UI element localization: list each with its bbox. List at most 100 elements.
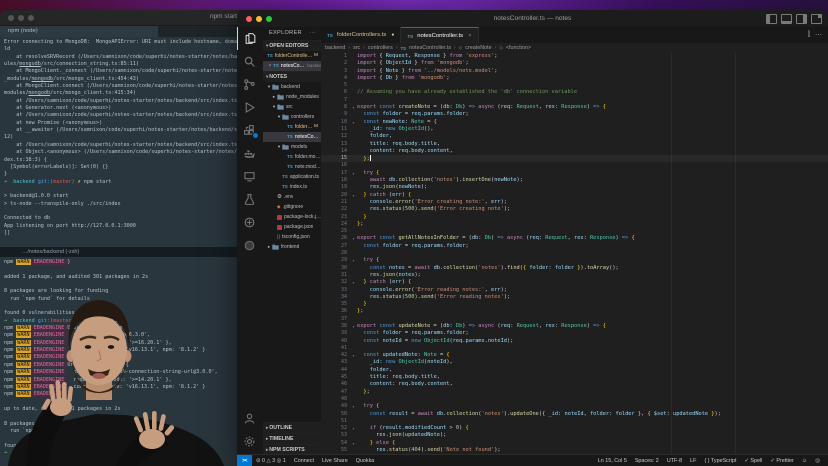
code-line-52[interactable]: 52▾ if (result.modifiedCount > 0) {	[321, 425, 828, 432]
tree-item-folder.model.ts[interactable]: TSfolder.model.ts	[263, 152, 321, 162]
breadcrumb-item[interactable]: createNote	[465, 45, 491, 51]
tab-folderControllers.ts[interactable]: TSfolderControllers.ts●	[321, 27, 401, 43]
vscode-zoom-button[interactable]	[266, 16, 272, 22]
code-line-34[interactable]: 34 res.status(500).send('Error reading n…	[321, 294, 828, 301]
status-quokka[interactable]: Quokka	[352, 458, 379, 464]
code-line-40[interactable]: 40 const noteId = new ObjectId(req.param…	[321, 338, 828, 345]
workspace-section[interactable]: ▾NOTES	[263, 71, 321, 82]
code-line-22[interactable]: 22 res.status(500).send('Error creating …	[321, 206, 828, 213]
tree-item-note.model.ts[interactable]: TSnote.model.ts	[263, 162, 321, 172]
code-line-5[interactable]: 5	[321, 82, 828, 89]
status-notifications[interactable]: ◎	[811, 458, 824, 464]
code-line-4[interactable]: 4import { Db } from 'mongodb';	[321, 75, 828, 82]
breadcrumb-item[interactable]: src	[353, 45, 360, 51]
code-line-39[interactable]: 39 const folder = req.params.folder;	[321, 330, 828, 337]
status-cursor-position[interactable]: Ln 15, Col 5	[594, 458, 631, 464]
code-line-21[interactable]: 21 console.error('Error creating note:',…	[321, 199, 828, 206]
extension-a-icon[interactable]	[237, 211, 262, 234]
code-line-12[interactable]: 12 folder,	[321, 133, 828, 140]
section-outline[interactable]: ▸OUTLINE	[263, 422, 321, 433]
search-icon[interactable]	[237, 50, 262, 73]
status-connect[interactable]: Connect	[290, 458, 318, 464]
code-line-24[interactable]: 24};	[321, 221, 828, 228]
status-feedback[interactable]: ☺	[798, 458, 812, 464]
code-line-3[interactable]: 3import { Note } from '../models/note.mo…	[321, 68, 828, 75]
code-line-11[interactable]: 11 _id: new ObjectId(),	[321, 126, 828, 133]
remote-indicator[interactable]: ><	[237, 455, 252, 466]
tree-item-node_modules[interactable]: ▸node_modules	[263, 92, 321, 102]
extensions-icon[interactable]	[237, 119, 262, 142]
code-line-6[interactable]: 6// Assuming you have already establishe…	[321, 89, 828, 96]
code-line-53[interactable]: 53 res.json(updatedNote);	[321, 432, 828, 439]
code-line-33[interactable]: 33 console.error('Error reading notes:',…	[321, 287, 828, 294]
run-debug-icon[interactable]	[237, 96, 262, 119]
tree-item-.gitignore[interactable]: ◆.gitignore	[263, 202, 321, 212]
code-line-32[interactable]: 32▾ } catch (err) {	[321, 279, 828, 286]
code-line-45[interactable]: 45 title: req.body.title,	[321, 374, 828, 381]
tree-item-application.ts[interactable]: TSapplication.ts	[263, 172, 321, 182]
terminal-tab[interactable]: npm (node)	[0, 26, 158, 37]
tree-item-package.json[interactable]: package.json	[263, 222, 321, 232]
tab-notesController.ts[interactable]: TSnotesController.ts×	[401, 27, 478, 44]
code-editor[interactable]: 1import { Request, Response } from 'expr…	[321, 53, 828, 455]
tree-item-models[interactable]: ▾models	[263, 142, 321, 152]
section-timeline[interactable]: ▸TIMELINE	[263, 433, 321, 444]
code-line-38[interactable]: 38▾export const updateNote = (db: Db) =>…	[321, 323, 828, 330]
code-line-49[interactable]: 49▾ try {	[321, 403, 828, 410]
code-line-54[interactable]: 54▾ } else {	[321, 440, 828, 447]
tree-item-tsconfig.json[interactable]: {}tsconfig.json	[263, 232, 321, 242]
breadcrumb-item[interactable]: <function>	[506, 45, 531, 51]
code-line-20[interactable]: 20▾ } catch (err) {	[321, 192, 828, 199]
breadcrumb-item[interactable]: notesController.ts	[409, 45, 451, 51]
code-line-27[interactable]: 27 const folder = req.params.folder;	[321, 243, 828, 250]
code-line-43[interactable]: 43 _id: new ObjectId(noteId),	[321, 359, 828, 366]
open-editors-section[interactable]: ▾OPEN EDITORS	[263, 40, 321, 51]
code-line-44[interactable]: 44 folder,	[321, 367, 828, 374]
more-actions-icon[interactable]: ⋯	[815, 31, 822, 39]
code-line-37[interactable]: 37	[321, 316, 828, 323]
toggle-panel-icon[interactable]	[781, 14, 792, 24]
tree-item-folderControllers.ts[interactable]: TSfolderControllers.tsM	[263, 122, 321, 132]
vscode-minimize-button[interactable]	[256, 16, 262, 22]
code-line-51[interactable]: 51	[321, 418, 828, 425]
toggle-primary-sidebar-icon[interactable]	[766, 14, 777, 24]
tree-item-frontend[interactable]: ▸frontend	[263, 242, 321, 252]
code-line-9[interactable]: 9 const folder = req.params.folder;	[321, 111, 828, 118]
code-line-1[interactable]: 1import { Request, Response } from 'expr…	[321, 53, 828, 60]
settings-icon[interactable]	[237, 430, 262, 453]
testing-icon[interactable]	[237, 188, 262, 211]
accounts-icon[interactable]	[237, 407, 262, 430]
breadcrumb[interactable]: backend›src›controllers›TSnotesControlle…	[321, 43, 828, 53]
tree-item-controllers[interactable]: ▾controllers	[263, 112, 321, 122]
open-editor-notesController.ts[interactable]: ×TSnotesController.tsbackend…	[263, 61, 321, 71]
code-line-16[interactable]: 16	[321, 162, 828, 169]
code-line-42[interactable]: 42▾ const updatedNote: Note = {	[321, 352, 828, 359]
close-icon[interactable]: ×	[468, 33, 471, 39]
remote-explorer-icon[interactable]	[237, 165, 262, 188]
explorer-icon[interactable]	[237, 27, 262, 50]
code-line-36[interactable]: 36};	[321, 308, 828, 315]
tree-item-index.ts[interactable]: TSindex.ts	[263, 182, 321, 192]
code-line-28[interactable]: 28	[321, 250, 828, 257]
extension-b-icon[interactable]	[237, 234, 262, 257]
code-line-19[interactable]: 19 res.json(newNote);	[321, 184, 828, 191]
code-line-46[interactable]: 46 content: req.body.content,	[321, 381, 828, 388]
code-line-7[interactable]: 7	[321, 97, 828, 104]
status-prettier[interactable]: ✓ Prettier	[766, 458, 797, 464]
status-eol[interactable]: LF	[686, 458, 700, 464]
code-line-41[interactable]: 41	[321, 345, 828, 352]
code-line-30[interactable]: 30 const notes = await db.collection('no…	[321, 265, 828, 272]
status-encoding[interactable]: UTF-8	[663, 458, 686, 464]
code-line-13[interactable]: 13 title: req.body.title,	[321, 141, 828, 148]
breadcrumb-item[interactable]: backend	[325, 45, 345, 51]
code-line-47[interactable]: 47 };	[321, 389, 828, 396]
code-line-2[interactable]: 2import { ObjectId } from 'mongodb';	[321, 60, 828, 67]
tree-item-.env[interactable]: ⚙.env	[263, 192, 321, 202]
explorer-more-icon[interactable]: ···	[309, 27, 316, 40]
status-indentation[interactable]: Spaces: 2	[631, 458, 663, 464]
source-control-icon[interactable]	[237, 73, 262, 96]
code-line-26[interactable]: 26▾export const getAllNotesInFolder = (d…	[321, 235, 828, 242]
tree-item-package-lock.json[interactable]: package-lock.json	[263, 212, 321, 222]
open-editor-folderControllers.ts[interactable]: TSfolderControllers.tsM	[263, 51, 321, 61]
code-line-48[interactable]: 48	[321, 396, 828, 403]
